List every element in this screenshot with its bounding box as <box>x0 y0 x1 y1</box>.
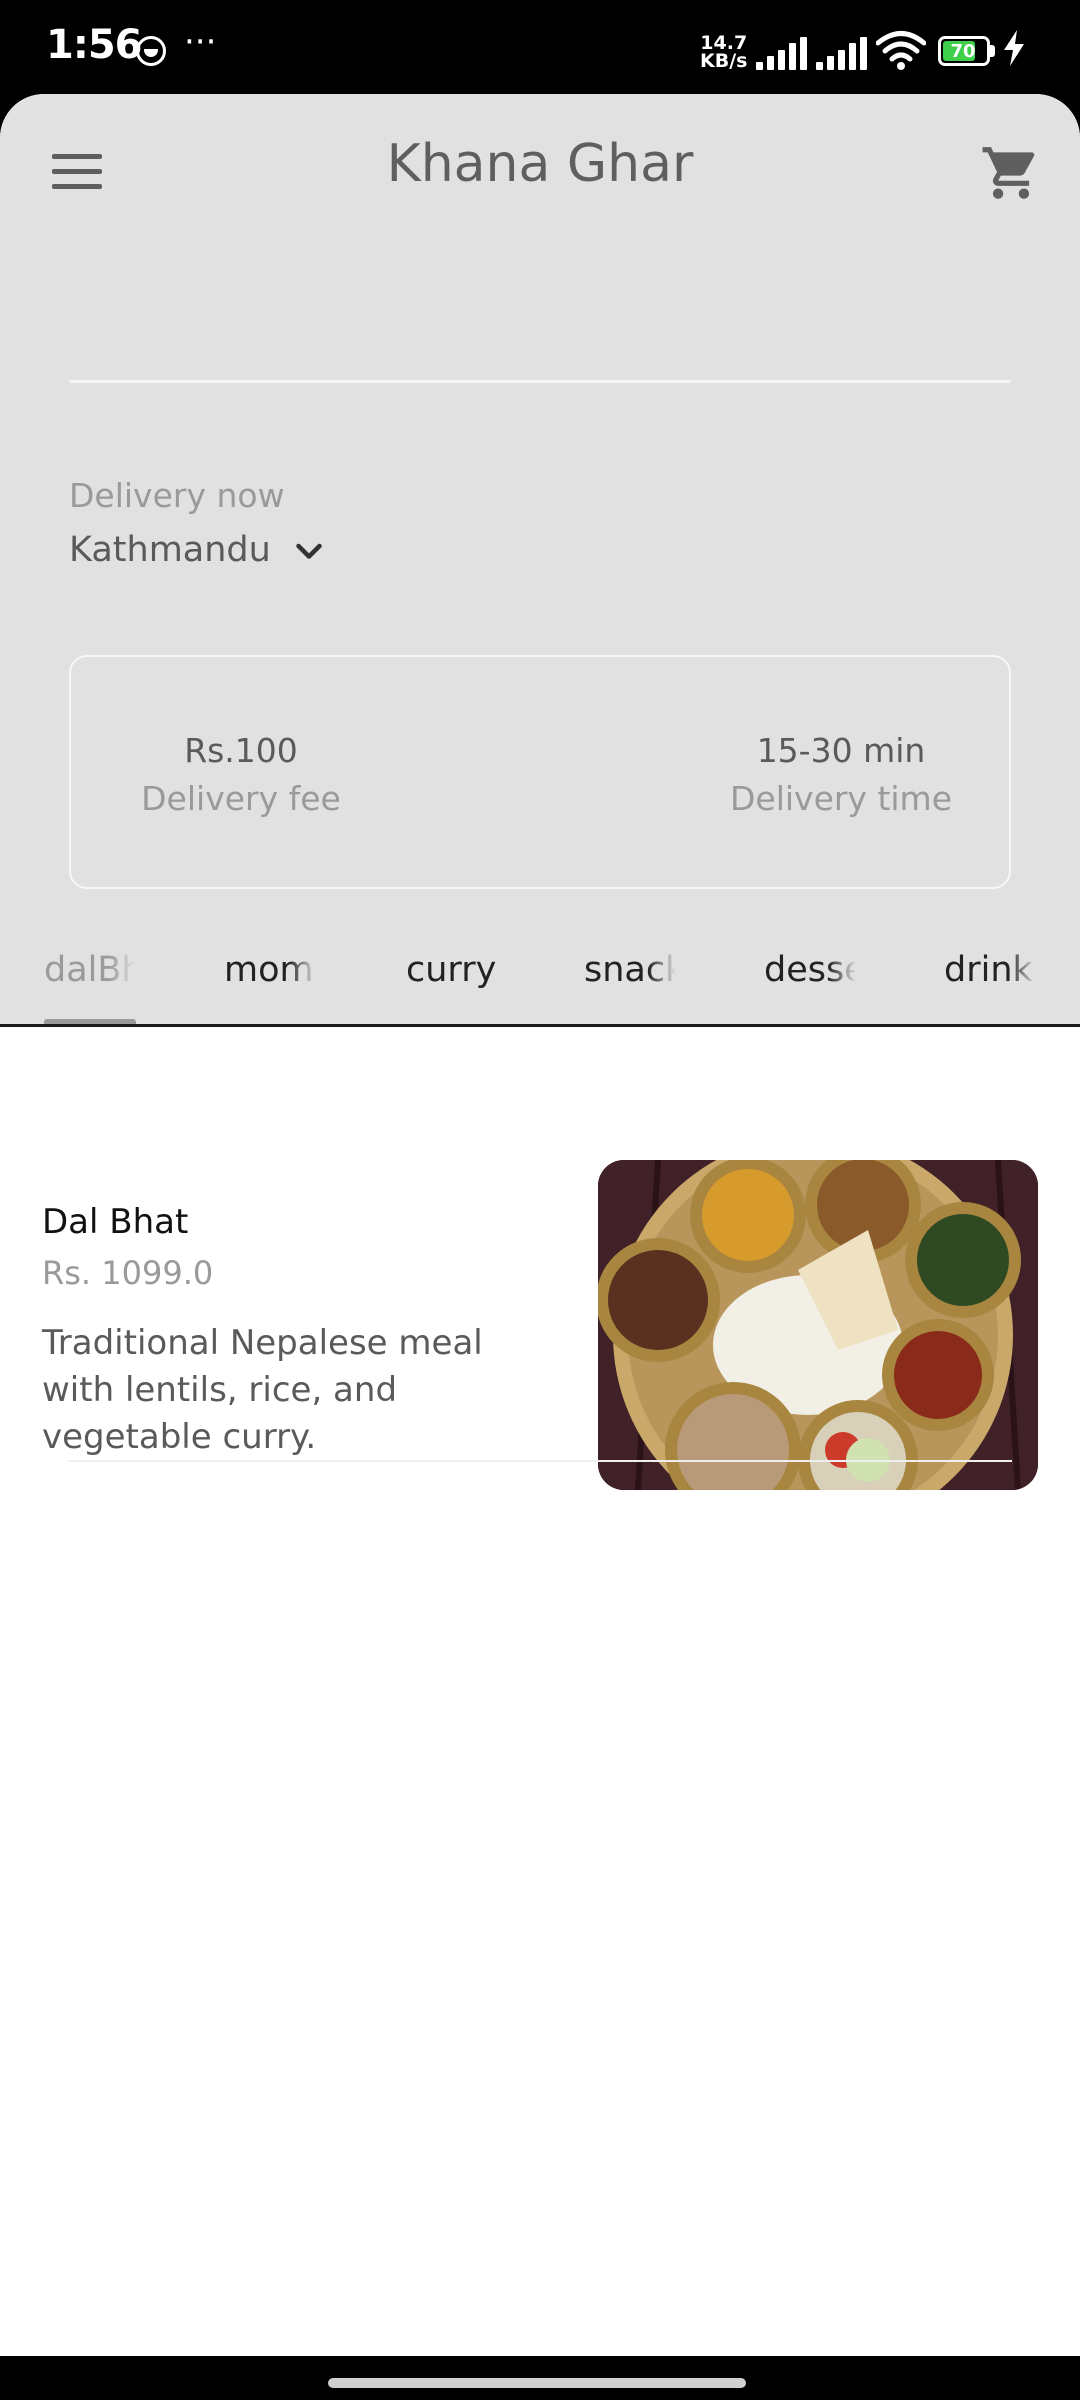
chevron-down-icon <box>296 543 322 559</box>
header-panel: Khana Ghar Delivery now Kathmandu Rs.100… <box>0 94 1080 1026</box>
signal-icon <box>756 32 807 70</box>
delivery-now-label: Delivery now <box>69 476 285 515</box>
delivery-info-card: Rs.100 Delivery fee 15-30 min Delivery t… <box>69 655 1011 889</box>
menu-item-image <box>598 1160 1038 1490</box>
menu-item-description: Traditional Nepalese meal with lentils, … <box>42 1323 483 1457</box>
more-notifications-icon: ··· <box>184 22 217 62</box>
tab-curry[interactable]: curry <box>406 950 498 990</box>
list-divider <box>68 1460 1012 1462</box>
battery-level: 70 <box>950 41 976 62</box>
tab-momo[interactable]: momo <box>224 950 316 990</box>
app-screen: Khana Ghar Delivery now Kathmandu Rs.100… <box>0 94 1080 2356</box>
app-title: Khana Ghar <box>386 134 694 194</box>
status-bar: 1:56 ··· 14.7 KB/s 70 <box>0 0 1080 94</box>
tab-drinks[interactable]: drinks <box>944 950 1036 990</box>
location-selector[interactable]: Kathmandu <box>69 530 322 580</box>
status-time: 1:56 <box>46 22 142 68</box>
network-speed: 14.7 KB/s <box>700 34 748 72</box>
delivery-time-label: Delivery time <box>729 779 953 818</box>
category-tabs: dalBhat momo curry snacks dessert drinks <box>0 920 1080 1026</box>
delivery-fee-block: Rs.100 Delivery fee <box>141 727 341 823</box>
network-speed-unit: KB/s <box>700 50 748 72</box>
delivery-fee-label: Delivery fee <box>141 779 341 818</box>
delivery-fee-value: Rs.100 <box>184 731 298 770</box>
wifi-icon <box>876 31 926 70</box>
home-gesture-handle[interactable] <box>328 2378 746 2388</box>
shopping-cart-icon[interactable] <box>978 142 1044 204</box>
location-text: Kathmandu <box>69 530 271 570</box>
menu-item-price: Rs. 1099.0 <box>42 1254 214 1292</box>
signal-icon-2 <box>816 32 867 70</box>
delivery-time-block: 15-30 min Delivery time <box>711 727 971 823</box>
menu-item-card[interactable]: Dal Bhat Rs. 1099.0 Traditional Nepalese… <box>0 1044 1080 1490</box>
menu-item-name: Dal Bhat <box>42 1202 189 1242</box>
tab-divider <box>0 1024 1080 1027</box>
battery-icon: 70 <box>938 36 990 66</box>
tab-dalbhat[interactable]: dalBhat <box>44 950 136 990</box>
face-icon <box>136 36 166 66</box>
search-field-underline[interactable] <box>69 380 1011 383</box>
tab-snacks[interactable]: snacks <box>584 950 676 990</box>
delivery-time-value: 15-30 min <box>756 731 926 770</box>
dal-bhat-thali-image <box>598 1160 1038 1490</box>
charging-bolt-icon <box>1004 30 1024 66</box>
tab-dessert[interactable]: dessert <box>764 950 856 990</box>
battery-cap <box>990 45 995 57</box>
